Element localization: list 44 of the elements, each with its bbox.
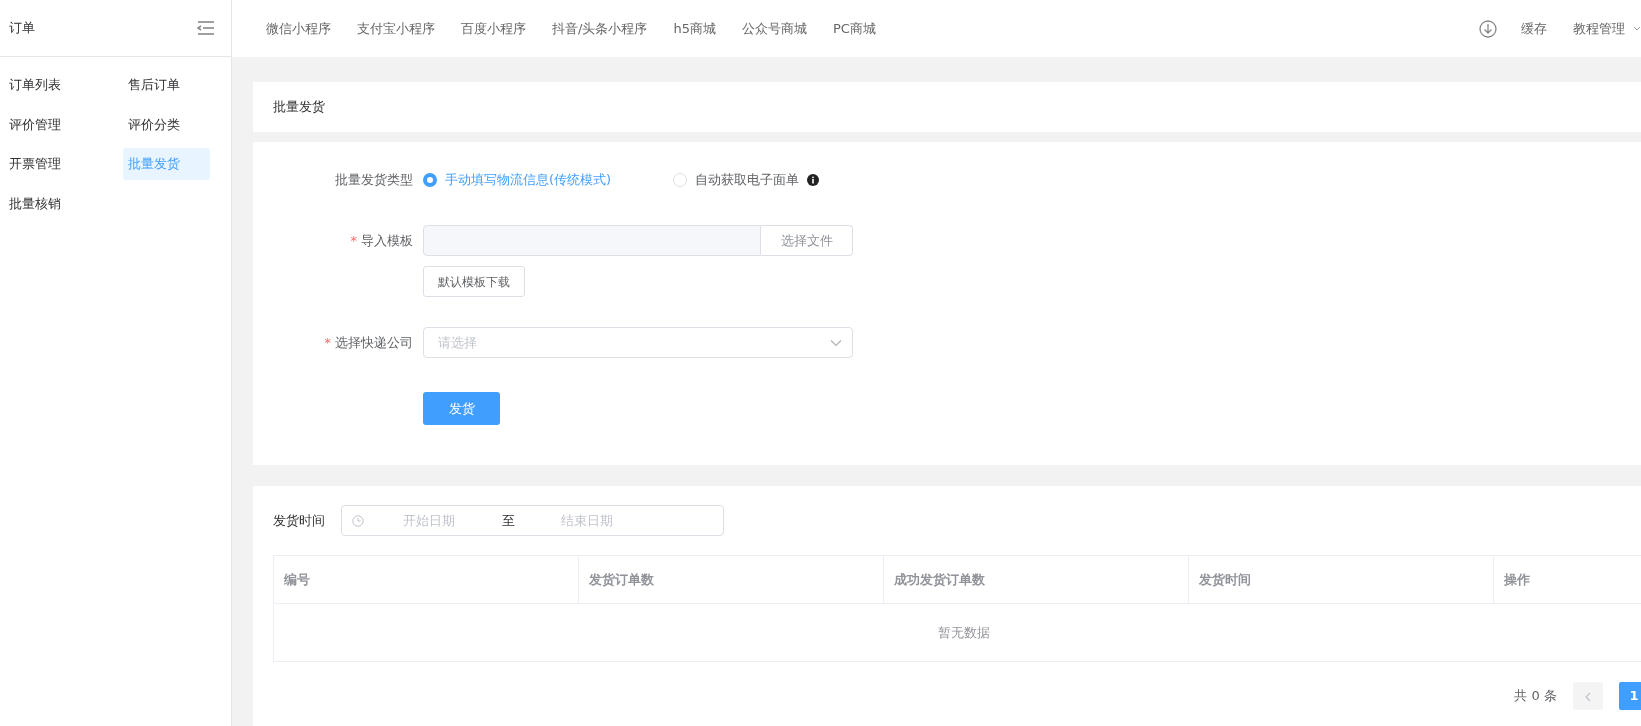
range-separator: 至 [500, 511, 516, 530]
column-header: 成功发货订单数 [884, 556, 1189, 603]
tutorial-menu[interactable]: 教程管理 [1573, 18, 1641, 39]
total-count: 共 0 条 [1514, 687, 1557, 706]
nav-link[interactable]: 公众号商城 [741, 18, 807, 39]
download-template-button[interactable]: 默认模板下载 [423, 266, 525, 297]
cache-link[interactable]: 缓存 [1521, 18, 1547, 39]
sidebar-title: 订单 [9, 19, 35, 38]
field-label: * 选择快递公司 [323, 333, 414, 352]
date-range-field[interactable]: 开始日期 至 结束日期 [341, 505, 724, 536]
column-header: 操作 [1494, 556, 1641, 603]
menu-fold-icon[interactable] [197, 20, 215, 36]
sidebar-item[interactable]: 售后订单 [123, 69, 185, 101]
choose-file-button[interactable]: 选择文件 [761, 225, 853, 256]
column-header: 发货时间 [1189, 556, 1494, 603]
column-header: 编号 [274, 556, 579, 603]
nav-link[interactable]: PC商城 [832, 18, 876, 39]
sidebar-item[interactable]: 订单列表 [4, 69, 66, 101]
sidebar-item[interactable]: 批量核销 [4, 187, 66, 219]
empty-message: 暂无数据 [937, 623, 991, 642]
sidebar-item[interactable]: 评价分类 [123, 108, 185, 140]
nav-link[interactable]: h5商城 [673, 18, 716, 39]
filter-label: 发货时间 [273, 511, 325, 530]
sidebar-item[interactable]: 开票管理 [4, 148, 66, 180]
download-icon[interactable] [1479, 19, 1497, 38]
info-icon [807, 174, 819, 186]
field-label: 批量发货类型 [334, 171, 414, 190]
nav-link[interactable]: 百度小程序 [461, 18, 526, 39]
column-header: 发货订单数 [579, 556, 884, 603]
chevron-left-icon [1584, 691, 1592, 702]
radio-button[interactable] [423, 173, 437, 187]
nav-link[interactable]: 抖音/头条小程序 [552, 18, 648, 39]
chevron-down-icon [830, 338, 842, 347]
nav-link[interactable]: 微信小程序 [266, 18, 331, 39]
page-title: 批量发货 [273, 98, 325, 117]
caret-icon [1633, 25, 1641, 32]
end-date-placeholder: 结束日期 [560, 511, 614, 530]
start-date-placeholder: 开始日期 [402, 511, 456, 530]
radio-label[interactable]: 自动获取电子面单 [695, 170, 799, 190]
field-label: * 导入模板 [349, 231, 414, 250]
nav-link[interactable]: 支付宝小程序 [357, 18, 435, 39]
clock-icon [352, 514, 364, 527]
sidebar-item[interactable]: 评价管理 [4, 108, 66, 140]
file-path-field[interactable] [423, 225, 761, 256]
